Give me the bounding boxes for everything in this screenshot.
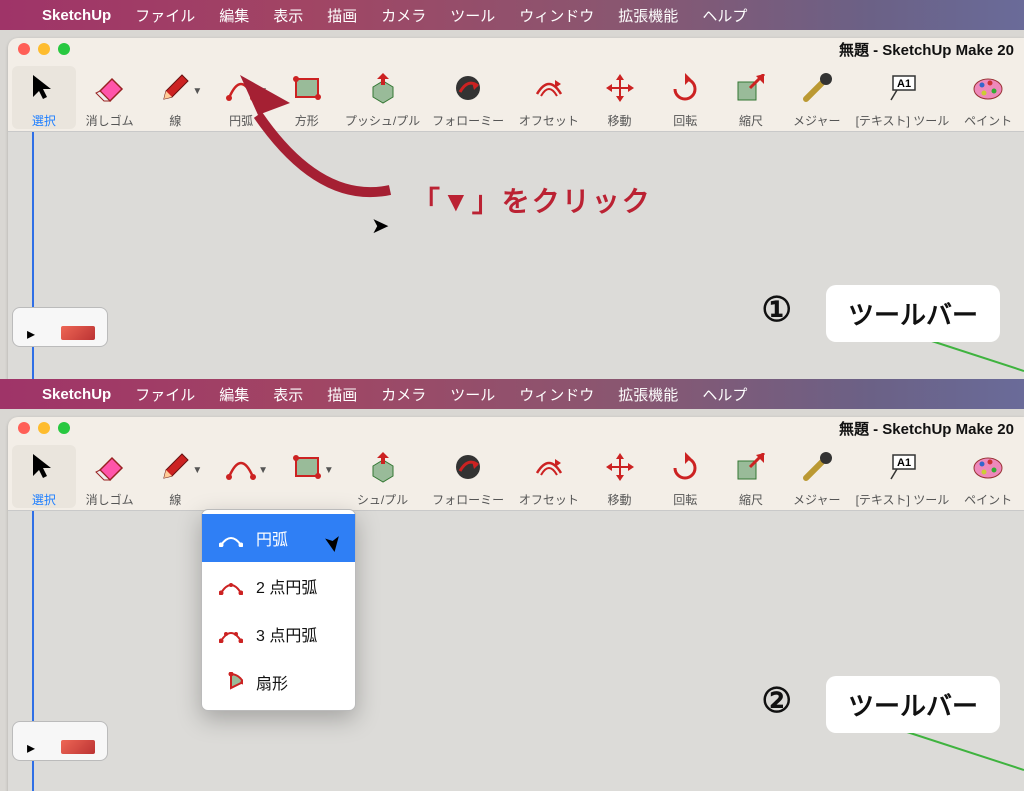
tool-followme[interactable]: フォローミー: [426, 445, 510, 508]
arc-2pt-icon: [218, 575, 244, 597]
tool-text[interactable]: [テキスト] ツール: [851, 445, 955, 508]
menu-edit[interactable]: 編集: [219, 5, 249, 26]
minimize-icon[interactable]: [38, 422, 50, 434]
menubar-app[interactable]: SketchUp: [42, 386, 111, 403]
window-title: 無題 - SketchUp Make 20: [839, 39, 1014, 60]
annotation-label-1: ツールバー: [826, 285, 1000, 342]
menu-draw[interactable]: 描画: [327, 384, 357, 405]
chevron-down-icon: ▼: [258, 465, 268, 476]
tool-rotate[interactable]: 回転: [653, 66, 717, 129]
tool-measure[interactable]: メジャー: [785, 445, 849, 508]
tool-eraser[interactable]: 消しゴム: [78, 445, 142, 508]
tool-offset[interactable]: オフセット: [512, 66, 586, 129]
pie-icon: [218, 671, 244, 693]
annotation-number-1: ①: [762, 290, 792, 330]
mac-menubar: SketchUp ファイル 編集 表示 描画 カメラ ツール ウィンドウ 拡張機…: [0, 379, 1024, 409]
menu-camera[interactable]: カメラ: [381, 384, 426, 405]
tool-line[interactable]: ▼線: [143, 445, 207, 508]
tool-rotate[interactable]: 回転: [653, 445, 717, 508]
annotation-label-2: ツールバー: [826, 676, 1000, 733]
menu-edit[interactable]: 編集: [219, 384, 249, 405]
chevron-down-icon: ▼: [192, 465, 202, 476]
zoom-icon[interactable]: [58, 422, 70, 434]
dropdown-label: 扇形: [256, 670, 288, 694]
tool-paint[interactable]: ペイント: [956, 445, 1020, 508]
tool-text[interactable]: [テキスト] ツール: [851, 66, 955, 129]
panel-1: SketchUp ファイル 編集 表示 描画 カメラ ツール ウィンドウ 拡張機…: [0, 0, 1024, 379]
menu-ext[interactable]: 拡張機能: [618, 5, 678, 26]
mac-menubar: SketchUp ファイル 編集 表示 描画 カメラ ツール ウィンドウ 拡張機…: [0, 0, 1024, 30]
arc-3pt-icon: [218, 623, 244, 645]
menubar-app[interactable]: SketchUp: [42, 7, 111, 24]
menu-window[interactable]: ウィンドウ: [519, 384, 594, 405]
panel-2: SketchUp ファイル 編集 表示 描画 カメラ ツール ウィンドウ 拡張機…: [0, 379, 1024, 791]
menu-ext[interactable]: 拡張機能: [618, 384, 678, 405]
zoom-icon[interactable]: [58, 43, 70, 55]
close-icon[interactable]: [18, 422, 30, 434]
menu-tool[interactable]: ツール: [450, 5, 495, 26]
menu-draw[interactable]: 描画: [327, 5, 357, 26]
floating-palette[interactable]: [12, 721, 108, 761]
dropdown-label: 2 点円弧: [256, 574, 317, 598]
arc-icon: [218, 527, 244, 549]
tool-move[interactable]: 移動: [588, 66, 652, 129]
menu-tool[interactable]: ツール: [450, 384, 495, 405]
chevron-down-icon: ▼: [192, 86, 202, 97]
tool-eraser[interactable]: 消しゴム: [78, 66, 142, 129]
menu-help[interactable]: ヘルプ: [702, 384, 747, 405]
dropdown-item-2pt-arc[interactable]: 2 点円弧: [202, 562, 355, 610]
annotation-arrow: [240, 75, 410, 215]
titlebar: 無題 - SketchUp Make 20: [8, 417, 1024, 439]
dropdown-label: 円弧: [256, 526, 288, 550]
tool-move[interactable]: 移動: [588, 445, 652, 508]
minimize-icon[interactable]: [38, 43, 50, 55]
dropdown-item-pie[interactable]: 扇形: [202, 658, 355, 706]
annotation-number-2: ②: [762, 681, 792, 721]
tool-measure[interactable]: メジャー: [785, 66, 849, 129]
menu-window[interactable]: ウィンドウ: [519, 5, 594, 26]
window-title: 無題 - SketchUp Make 20: [839, 418, 1014, 439]
floating-palette[interactable]: [12, 307, 108, 347]
annotation-text: 「▼」をクリック: [412, 180, 652, 220]
tool-followme[interactable]: フォローミー: [426, 66, 510, 129]
toolbar: 選択 消しゴム ▼線 ▼円弧 方形 プッシュ/プル フォローミー オフセット 移…: [8, 60, 1024, 132]
app-window: 無題 - SketchUp Make 20 選択 消しゴム ▼線 ▼ ▼ シュ/…: [8, 417, 1024, 791]
tool-select[interactable]: 選択: [12, 445, 76, 508]
tool-paint[interactable]: ペイント: [956, 66, 1020, 129]
menu-file[interactable]: ファイル: [135, 384, 195, 405]
menu-help[interactable]: ヘルプ: [702, 5, 747, 26]
menu-view[interactable]: 表示: [273, 5, 303, 26]
tool-rect[interactable]: ▼: [275, 445, 339, 491]
dropdown-label: 3 点円弧: [256, 622, 317, 646]
tool-offset[interactable]: オフセット: [512, 445, 586, 508]
menu-file[interactable]: ファイル: [135, 5, 195, 26]
toolbar: 選択 消しゴム ▼線 ▼ ▼ シュ/プル フォローミー オフセット 移動 回転 …: [8, 439, 1024, 511]
chevron-down-icon: ▼: [324, 465, 334, 476]
titlebar: 無題 - SketchUp Make 20: [8, 38, 1024, 60]
tool-scale[interactable]: 縮尺: [719, 445, 783, 508]
tool-select[interactable]: 選択: [12, 66, 76, 129]
menu-view[interactable]: 表示: [273, 384, 303, 405]
dropdown-item-3pt-arc[interactable]: 3 点円弧: [202, 610, 355, 658]
tool-pushpull[interactable]: シュ/プル: [341, 445, 425, 508]
canvas[interactable]: [8, 511, 1024, 791]
tool-arc[interactable]: ▼: [209, 445, 273, 491]
tool-scale[interactable]: 縮尺: [719, 66, 783, 129]
close-icon[interactable]: [18, 43, 30, 55]
menu-camera[interactable]: カメラ: [381, 5, 426, 26]
cursor-icon: ➤: [371, 213, 389, 239]
tool-line[interactable]: ▼線: [143, 66, 207, 129]
